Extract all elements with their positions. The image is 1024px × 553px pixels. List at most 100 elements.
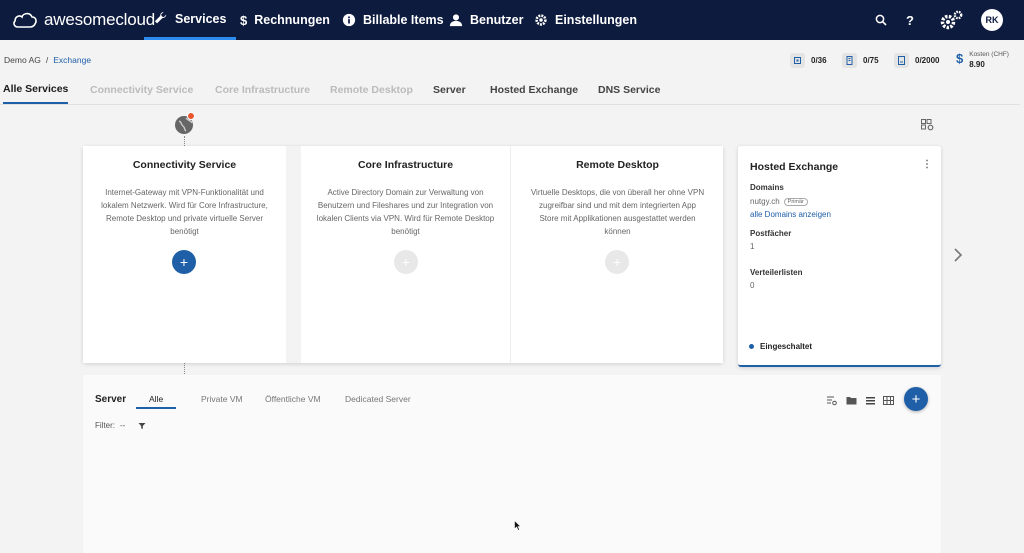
dollar-icon: $ — [956, 51, 964, 66]
server-tab-private-vm[interactable]: Private VM — [201, 394, 243, 404]
server-tab-alle[interactable]: Alle — [136, 394, 177, 409]
tab-core-infrastructure[interactable]: Core Infrastructure — [215, 76, 310, 104]
search-icon — [875, 14, 887, 26]
nav-item-label: Rechnungen — [254, 13, 330, 27]
distribution-lists-label: Verteilerlisten — [750, 268, 803, 277]
filter-bar: Filter: -- — [95, 421, 146, 430]
grid-settings-icon — [921, 119, 934, 131]
table-view-icon[interactable] — [883, 395, 894, 406]
costs-label: Kosten (CHF) — [969, 51, 1009, 58]
filter-label: Filter: — [95, 421, 115, 430]
status-indicator: Eingeschaltet — [749, 342, 812, 351]
primary-badge: Primär — [783, 197, 808, 206]
nav-item-label: Einstellungen — [555, 13, 637, 27]
card-remote-desktop: Remote Desktop Virtuelle Desktops, die v… — [512, 146, 723, 363]
card-core-infrastructure: Core Infrastructure Active Directory Dom… — [301, 146, 511, 363]
avatar: RK — [981, 9, 1003, 31]
breadcrumb-root[interactable]: Demo AG — [4, 55, 41, 65]
card-title: Remote Desktop — [576, 159, 659, 171]
server-panel: Server Alle Private VM Öffentliche VM De… — [83, 375, 941, 553]
server-tab-oeffentliche-vm[interactable]: Öffentliche VM — [265, 394, 321, 404]
nav-item-einstellungen[interactable]: Einstellungen — [534, 0, 637, 40]
settings-button[interactable] — [936, 0, 966, 40]
filter-value[interactable]: -- — [120, 421, 125, 430]
add-remote-desktop-button[interactable]: + — [605, 250, 629, 274]
nav-item-rechnungen[interactable]: $ Rechnungen — [240, 0, 330, 40]
service-tabs: Alle Services Connectivity Service Core … — [0, 76, 1024, 104]
stat-cpu: 0/36 — [790, 53, 827, 68]
card-title: Core Infrastructure — [357, 159, 454, 171]
list-view-icon[interactable] — [865, 395, 876, 406]
breadcrumb-separator: / — [45, 55, 49, 65]
wrench-icon — [154, 11, 167, 23]
carousel-next-button[interactable] — [953, 248, 963, 267]
card-description: Internet-Gateway mit VPN-Funktionalität … — [101, 188, 268, 236]
memory-icon — [842, 53, 857, 68]
logo[interactable]: awesomecloud — [12, 7, 155, 33]
card-hosted-exchange[interactable]: Hosted Exchange ⋮ Domains nutgy.ch Primär… — [738, 146, 941, 367]
gear-icon — [535, 14, 547, 26]
folder-icon[interactable] — [846, 395, 857, 406]
logo-text: awesomecloud — [44, 10, 155, 29]
filter-icon[interactable] — [138, 422, 146, 430]
distribution-lists-value: 0 — [750, 281, 755, 290]
cloud-logo-icon — [13, 12, 37, 28]
stat-value: 0/75 — [863, 56, 879, 65]
mouse-cursor-icon — [514, 520, 522, 531]
dollar-icon: $ — [240, 12, 248, 28]
tab-dns-service[interactable]: DNS Service — [598, 76, 660, 104]
mailboxes-label: Postfächer — [750, 229, 792, 238]
help-button[interactable]: ? — [902, 0, 918, 40]
card-title: Hosted Exchange — [750, 161, 839, 173]
add-server-button[interactable]: + — [904, 387, 928, 411]
top-navigation: awesomecloud Services $ Rechnungen Billa… — [0, 0, 1024, 40]
info-icon — [342, 13, 356, 27]
domain-name: nutgy.ch — [750, 197, 780, 206]
user-menu-button[interactable]: RK — [981, 0, 1003, 40]
more-options-icon[interactable]: ⋮ — [922, 160, 932, 170]
service-cards: Connectivity Service Internet-Gateway mi… — [83, 146, 723, 363]
mailboxes-value: 1 — [750, 242, 755, 251]
chevron-right-icon — [954, 248, 963, 262]
tab-remote-desktop[interactable]: Remote Desktop — [330, 76, 413, 104]
domains-label: Domains — [750, 183, 784, 192]
connector-line — [184, 136, 185, 146]
card-title: Connectivity Service — [132, 159, 237, 171]
nav-item-label: Services — [175, 11, 227, 26]
tab-server[interactable]: Server — [433, 76, 466, 104]
search-button[interactable] — [872, 0, 890, 40]
domain-value: nutgy.ch Primär — [750, 197, 808, 206]
layout-toggle-button[interactable] — [921, 118, 934, 136]
costs-display: $ Kosten (CHF) 8.90 — [956, 51, 1009, 69]
nav-item-billable-items[interactable]: Billable Items — [342, 0, 444, 40]
status-dot — [749, 344, 754, 349]
add-connectivity-button[interactable]: + — [172, 250, 196, 274]
status-label: Eingeschaltet — [760, 342, 813, 351]
internet-node[interactable] — [174, 112, 196, 140]
storage-icon — [894, 53, 909, 68]
gears-icon — [940, 10, 963, 30]
add-core-infrastructure-button[interactable]: + — [394, 250, 418, 274]
show-all-domains-link[interactable]: alle Domains anzeigen — [750, 210, 831, 219]
tab-hosted-exchange[interactable]: Hosted Exchange — [490, 76, 578, 104]
help-icon: ? — [906, 12, 914, 28]
column-settings-icon[interactable] — [826, 395, 837, 406]
breadcrumb: Demo AG / Exchange — [4, 55, 91, 65]
stat-storage: 0/2000 — [894, 53, 939, 68]
costs-value: 8.90 — [969, 60, 985, 69]
notification-badge — [187, 112, 195, 120]
nav-item-label: Benutzer — [470, 13, 524, 27]
user-icon — [449, 14, 463, 27]
nav-item-benutzer[interactable]: Benutzer — [449, 0, 523, 40]
tab-connectivity-service[interactable]: Connectivity Service — [90, 76, 193, 104]
cpu-icon — [790, 53, 805, 68]
breadcrumb-current[interactable]: Exchange — [53, 55, 91, 65]
tabs-divider — [0, 104, 1020, 105]
card-description: Virtuelle Desktops, die von überall her … — [530, 188, 705, 236]
card-gap — [286, 146, 301, 363]
server-tab-dedicated-server[interactable]: Dedicated Server — [345, 394, 411, 404]
nav-item-services[interactable]: Services — [144, 0, 237, 40]
tab-alle-services[interactable]: Alle Services — [3, 76, 69, 104]
server-title: Server — [95, 394, 127, 405]
card-description: Active Directory Domain zur Verwaltung v… — [316, 188, 495, 236]
